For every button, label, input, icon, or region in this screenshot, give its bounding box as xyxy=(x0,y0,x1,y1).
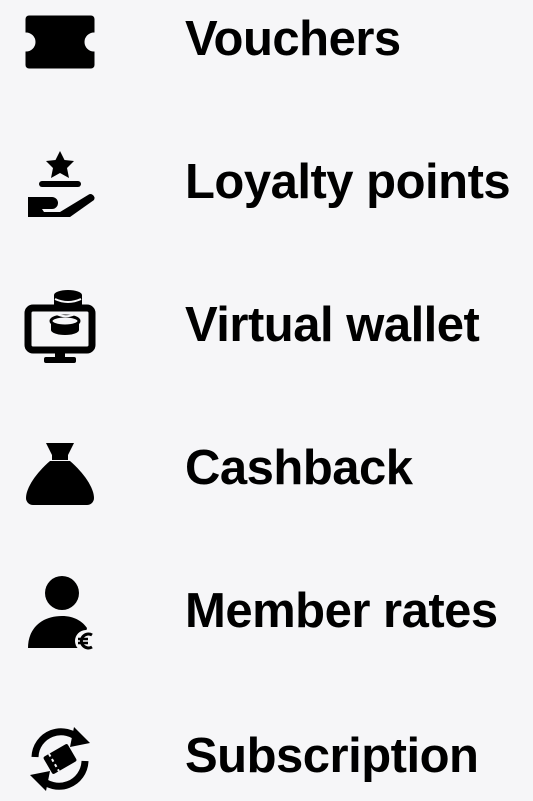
feature-label: Virtual wallet xyxy=(185,298,480,352)
feature-label: Vouchers xyxy=(185,12,401,66)
refresh-ticket-icon xyxy=(22,721,98,797)
feature-item-subscription: Subscription xyxy=(0,711,533,801)
feature-item-member-rates: Member rates xyxy=(0,566,533,656)
monitor-coins-icon xyxy=(22,290,98,366)
feature-item-virtual-wallet: Virtual wallet xyxy=(0,280,533,370)
feature-label: Subscription xyxy=(185,729,479,783)
feature-item-cashback: Cashback xyxy=(0,423,533,513)
user-euro-icon xyxy=(22,576,98,652)
feature-label: Cashback xyxy=(185,441,413,495)
feature-item-loyalty-points: Loyalty points xyxy=(0,137,533,227)
feature-label: Member rates xyxy=(185,584,498,638)
hand-star-icon xyxy=(22,147,98,223)
feature-item-vouchers: Vouchers xyxy=(0,0,533,84)
feature-list: Vouchers Loyalty points Virtual wallet C… xyxy=(0,0,533,793)
feature-label: Loyalty points xyxy=(185,155,511,209)
money-bag-icon xyxy=(22,433,98,509)
ticket-icon xyxy=(22,4,98,80)
